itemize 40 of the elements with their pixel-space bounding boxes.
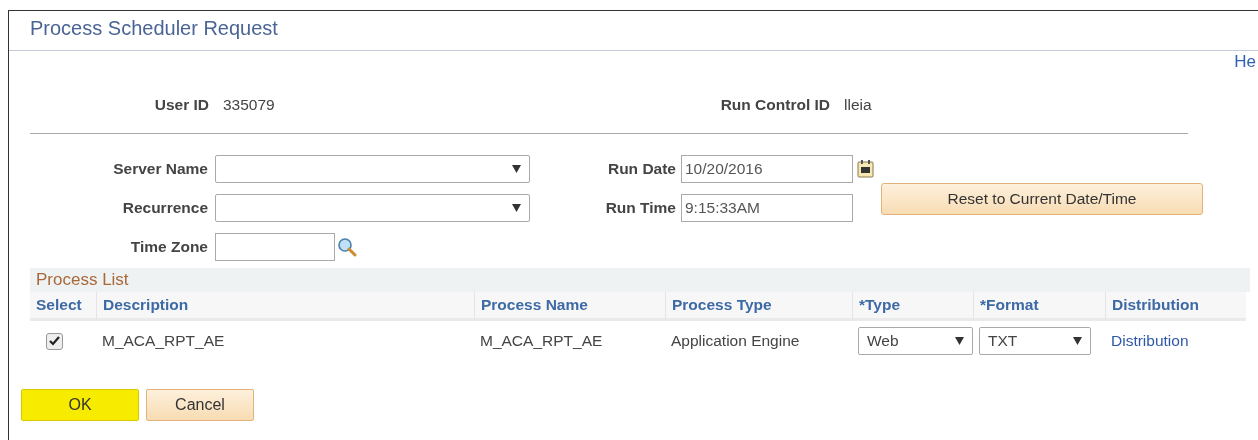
run-date-field[interactable]: 10/20/2016	[681, 154, 853, 183]
ok-button[interactable]: OK	[21, 389, 139, 421]
field-label: Recurrence	[121, 198, 208, 217]
field-value: lleia	[844, 96, 872, 114]
section-title: Process List	[30, 268, 1250, 292]
field-value: 335079	[223, 96, 276, 114]
format-dropdown[interactable]: TXT	[979, 327, 1091, 355]
column-header: *Type	[852, 292, 973, 321]
field-label: User ID	[153, 96, 209, 114]
field-label: Run Control ID	[719, 96, 830, 114]
column-header: Select	[30, 292, 96, 321]
search-icon[interactable]	[337, 236, 357, 257]
window-title: Process Scheduler Request	[9, 11, 1258, 51]
field-label: Server Name	[112, 159, 208, 178]
caret-icon	[955, 337, 964, 345]
help-link[interactable]: He	[1234, 51, 1256, 73]
field-label: Run Date	[606, 159, 676, 178]
cancel-button[interactable]: Cancel	[146, 389, 254, 421]
table-cell: M_ACA_RPT_AE	[102, 332, 225, 350]
reset-button[interactable]: Reset to Current Date/Time	[881, 182, 1203, 215]
column-header: *Format	[973, 292, 1105, 321]
field-label: Run Time	[604, 198, 676, 217]
calendar-icon[interactable]	[857, 158, 875, 179]
time-zone-field[interactable]	[215, 232, 335, 261]
distribution-link[interactable]: Distribution	[1111, 332, 1189, 350]
column-header: Process Name	[474, 292, 665, 321]
server-name-dropdown[interactable]	[215, 154, 530, 183]
recurrence-dropdown[interactable]	[215, 193, 530, 222]
field-label: Time Zone	[129, 237, 208, 256]
caret-icon	[512, 203, 521, 212]
column-header: Process Type	[665, 292, 852, 321]
table-cell: Application Engine	[671, 332, 800, 350]
caret-icon	[1073, 337, 1082, 345]
caret-icon	[512, 164, 521, 173]
select-checkbox[interactable]	[46, 332, 63, 350]
column-header: Distribution	[1105, 292, 1246, 321]
column-header: Description	[96, 292, 474, 321]
table-cell: M_ACA_RPT_AE	[480, 332, 603, 350]
type-dropdown[interactable]: Web	[858, 327, 973, 355]
run-time-field[interactable]: 9:15:33AM	[681, 193, 853, 222]
